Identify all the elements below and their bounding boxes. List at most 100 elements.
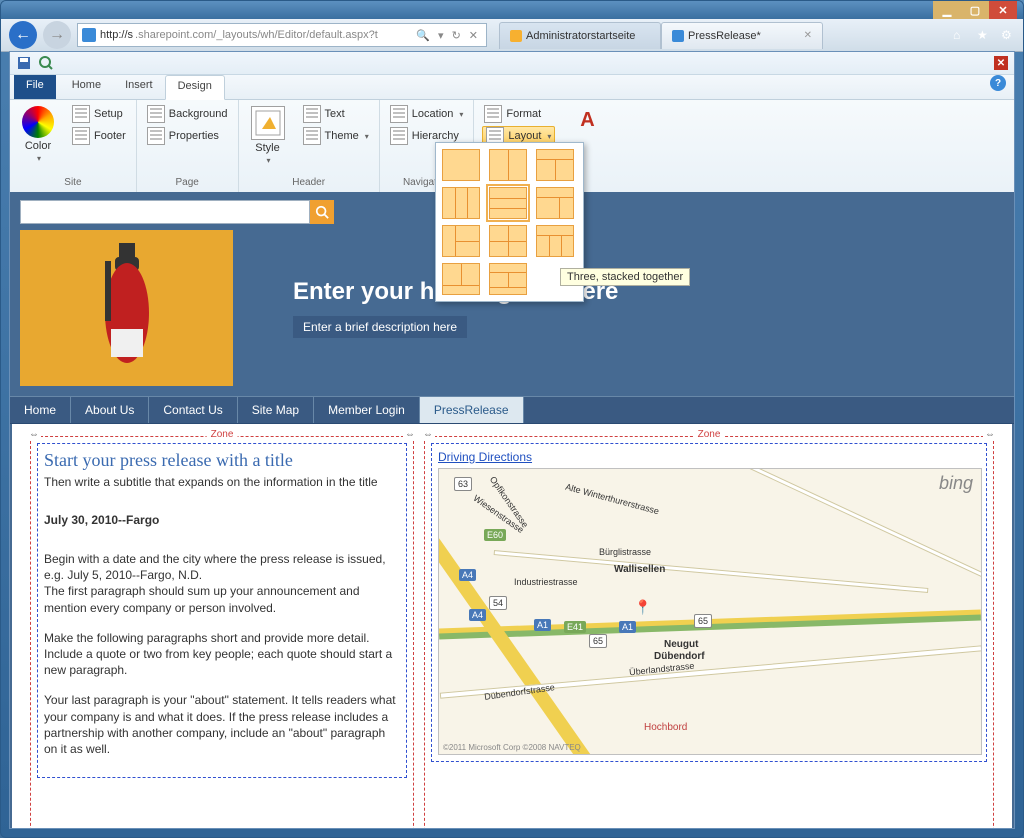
color-button[interactable]: Color▾ — [18, 104, 58, 165]
window-maximize-button[interactable]: ▢ — [961, 1, 989, 19]
hw-65b: 65 — [694, 614, 712, 628]
nav-contact[interactable]: Contact Us — [149, 397, 237, 423]
browser-navbar: ← → http://s 🔍 ▾ ↻ ✕ Administratorstarts… — [1, 19, 1023, 52]
site-nav: Home About Us Contact Us Site Map Member… — [10, 396, 1014, 424]
layout-option-three-stacked[interactable]: Three, stacked together — [489, 187, 527, 219]
press-p1b[interactable]: The first paragraph should sum up your a… — [44, 583, 400, 615]
app-frame: ✕ File Home Insert Design ? Color▾ Setup… — [9, 51, 1015, 829]
nav-pressrelease[interactable]: PressRelease — [420, 397, 524, 423]
driving-directions-link[interactable]: Driving Directions — [438, 450, 532, 464]
nav-about[interactable]: About Us — [71, 397, 149, 423]
favorites-icon[interactable]: ★ — [977, 28, 991, 42]
dropdown-icon[interactable]: ▾ — [434, 29, 448, 42]
layout-option-full[interactable] — [442, 149, 480, 181]
hw-63: 63 — [454, 477, 472, 491]
layout-gallery-popup: Three, stacked together — [435, 142, 584, 302]
search-button[interactable] — [310, 200, 334, 224]
window-minimize-button[interactable]: ▁ — [933, 1, 961, 19]
zone-handle-icon[interactable]: ⇔ — [983, 429, 997, 440]
color-label: Color — [25, 140, 51, 152]
url-input[interactable] — [133, 28, 412, 42]
webpart-map[interactable]: Driving Directions bing A4 A4 E60 — [431, 443, 987, 762]
tab-file[interactable]: File — [14, 75, 56, 99]
background-button[interactable]: Background — [145, 104, 230, 124]
street-industrie: Industriestrasse — [514, 577, 578, 587]
map-canvas[interactable]: bing A4 A4 E60 A1 E41 A1 — [438, 468, 982, 755]
tab-home[interactable]: Home — [60, 75, 113, 99]
layout-option-side-two[interactable] — [442, 225, 480, 257]
text-button[interactable]: Text — [301, 104, 371, 124]
layout-option-footer[interactable] — [442, 263, 480, 295]
tab-design[interactable]: Design — [165, 75, 225, 100]
window-close-button[interactable]: ✕ — [989, 1, 1017, 19]
search-icon[interactable]: 🔍 — [412, 29, 434, 42]
setup-button[interactable]: Setup — [70, 104, 128, 124]
font-style-button[interactable]: A — [567, 104, 607, 140]
quick-access-toolbar: ✕ — [10, 52, 1014, 75]
footer-button[interactable]: Footer — [70, 126, 128, 146]
style-label: Style — [255, 142, 279, 154]
hw-a4: A4 — [469, 609, 486, 621]
app-close-button[interactable]: ✕ — [994, 56, 1008, 70]
format-button[interactable]: Format — [482, 104, 555, 124]
layout-option-grid[interactable] — [489, 225, 527, 257]
layout-option-header-footer[interactable] — [489, 263, 527, 295]
hero-description[interactable]: Enter a brief description here — [293, 316, 467, 338]
browser-window: ▁ ▢ ✕ ← → http://s 🔍 ▾ ↻ ✕ Administrator… — [0, 0, 1024, 838]
home-icon[interactable]: ⌂ — [953, 28, 967, 42]
search-input[interactable] — [20, 200, 310, 224]
hw-54: 54 — [489, 596, 507, 610]
style-button[interactable]: Style▾ — [247, 104, 289, 167]
map-copyright: ©2011 Microsoft Corp ©2008 NAVTEQ — [443, 743, 581, 752]
press-subtitle[interactable]: Then write a subtitle that expands on th… — [44, 475, 400, 489]
save-icon[interactable] — [16, 55, 32, 71]
press-p1a[interactable]: Begin with a date and the city where the… — [44, 551, 400, 583]
zone-label: Zone — [207, 429, 238, 440]
hw-e60: E60 — [484, 529, 506, 541]
layout-option-complex[interactable] — [536, 225, 574, 257]
browser-tab-pressrelease[interactable]: PressRelease* ✕ — [661, 22, 823, 49]
tools-icon[interactable]: ⚙ — [1001, 28, 1015, 42]
tab-insert[interactable]: Insert — [113, 75, 165, 99]
zone-left[interactable]: Zone ⇔ ⇔ Start your press release with a… — [30, 436, 414, 828]
url-scheme: http://s — [100, 29, 133, 41]
address-bar[interactable]: http://s 🔍 ▾ ↻ ✕ — [77, 23, 487, 47]
location-button[interactable]: Location▾ — [388, 104, 466, 124]
press-date[interactable]: July 30, 2010--Fargo — [44, 513, 400, 527]
ie-icon — [82, 28, 96, 42]
map-pin-icon: 📍 — [634, 599, 651, 616]
zone-handle-icon[interactable]: ⇔ — [421, 429, 435, 440]
back-button[interactable]: ← — [9, 21, 37, 49]
layout-option-header-side[interactable] — [536, 187, 574, 219]
nav-login[interactable]: Member Login — [314, 397, 420, 423]
forward-button[interactable]: → — [43, 21, 71, 49]
hw-e41: E41 — [564, 621, 586, 633]
layout-option-header-two[interactable] — [536, 149, 574, 181]
zone-handle-icon[interactable]: ⇔ — [27, 429, 41, 440]
tab-close-icon[interactable]: ✕ — [804, 30, 812, 41]
press-p3[interactable]: Your last paragraph is your "about" stat… — [44, 692, 400, 757]
favicon-icon — [510, 30, 522, 42]
zone-handle-icon[interactable]: ⇔ — [403, 429, 417, 440]
layout-option-three-col[interactable] — [442, 187, 480, 219]
bing-logo: bing — [939, 473, 973, 494]
group-label: Header — [247, 175, 371, 188]
hero-image — [20, 230, 233, 386]
theme-button[interactable]: Theme▾ — [301, 126, 371, 146]
street-alte: Alte Winterthurerstrasse — [564, 482, 660, 517]
press-p2[interactable]: Make the following paragraphs short and … — [44, 630, 400, 679]
nav-home[interactable]: Home — [10, 397, 71, 423]
browser-tab-admin[interactable]: Administratorstartseite — [499, 22, 661, 49]
refresh-icon[interactable]: ↻ — [448, 29, 465, 42]
stop-icon[interactable]: ✕ — [465, 29, 482, 42]
nav-sitemap[interactable]: Site Map — [238, 397, 314, 423]
help-icon[interactable]: ? — [990, 75, 1006, 91]
press-title[interactable]: Start your press release with a title — [44, 450, 400, 471]
webpart-press[interactable]: Start your press release with a title Th… — [37, 443, 407, 778]
layout-option-two-col[interactable] — [489, 149, 527, 181]
zone-right[interactable]: Zone ⇔ ⇔ Driving Directions bing — [424, 436, 994, 828]
town-dubendorf: Dübendorf — [654, 651, 705, 662]
preview-icon[interactable] — [38, 55, 54, 71]
ribbon-group-site: Color▾ Setup Footer Site — [10, 100, 137, 192]
properties-button[interactable]: Properties — [145, 126, 230, 146]
